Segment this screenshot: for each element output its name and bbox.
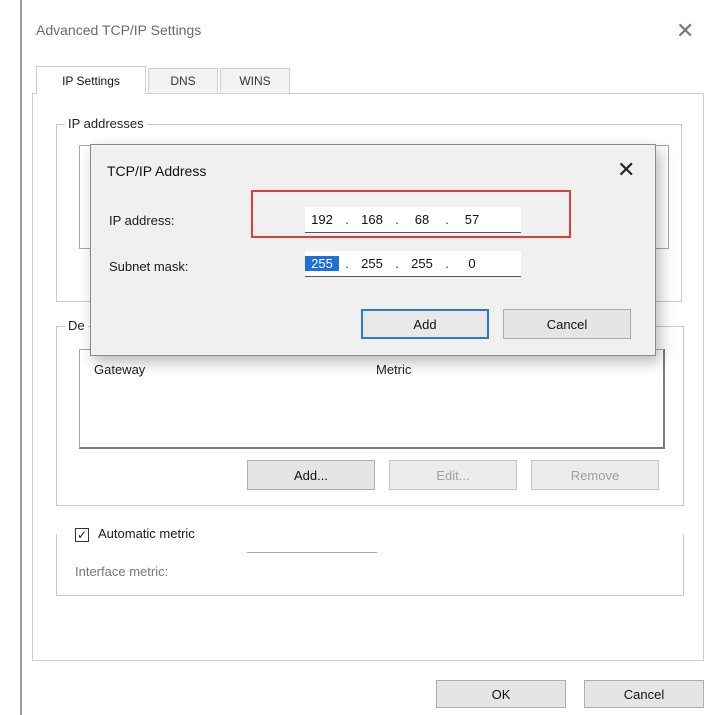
- ip-octet-3[interactable]: 68: [405, 212, 439, 227]
- screenshot-root: Advanced TCP/IP Settings ✕ IP Settings D…: [0, 0, 712, 715]
- ip-address-input[interactable]: 192 . 168 . 68 . 57: [305, 207, 521, 233]
- advanced-tcpip-settings-window: Advanced TCP/IP Settings ✕ IP Settings D…: [20, 0, 712, 715]
- subnet-mask-input[interactable]: 255 . 255 . 255 . 0: [305, 251, 521, 277]
- subnet-mask-label: Subnet mask:: [109, 259, 189, 274]
- subnet-separator: .: [445, 256, 449, 271]
- subnet-separator: .: [345, 256, 349, 271]
- default-gateways-group-label: De: [65, 318, 88, 333]
- close-icon[interactable]: ✕: [676, 20, 694, 42]
- gateway-remove-button[interactable]: Remove: [531, 460, 659, 490]
- subnet-octet-2[interactable]: 255: [355, 256, 389, 271]
- ip-octet-2[interactable]: 168: [355, 212, 389, 227]
- dialog-title: TCP/IP Address: [107, 163, 207, 179]
- tab-ip-settings[interactable]: IP Settings: [36, 66, 146, 94]
- gateway-add-button[interactable]: Add...: [247, 460, 375, 490]
- dialog-close-icon[interactable]: ✕: [617, 159, 635, 181]
- tcpip-address-dialog: TCP/IP Address ✕ IP address: 192 . 168 .…: [90, 144, 656, 356]
- gateway-column-header[interactable]: Gateway: [94, 362, 145, 377]
- interface-metric-label: Interface metric:: [75, 564, 169, 579]
- ip-separator: .: [395, 212, 399, 227]
- tab-dns[interactable]: DNS: [148, 68, 218, 94]
- tab-wins[interactable]: WINS: [220, 68, 290, 94]
- gateway-edit-button[interactable]: Edit...: [389, 460, 517, 490]
- metric-group: ✓ Automatic metric Interface metric:: [56, 526, 684, 596]
- metric-column-header[interactable]: Metric: [376, 362, 411, 377]
- interface-metric-input[interactable]: [247, 552, 377, 553]
- checkmark-icon[interactable]: ✓: [75, 528, 89, 542]
- subnet-octet-3[interactable]: 255: [405, 256, 439, 271]
- dialog-add-button[interactable]: Add: [361, 309, 489, 339]
- subnet-octet-4[interactable]: 0: [455, 256, 489, 271]
- subnet-separator: .: [395, 256, 399, 271]
- ip-separator: .: [445, 212, 449, 227]
- ok-button[interactable]: OK: [436, 680, 566, 708]
- window-title: Advanced TCP/IP Settings: [36, 22, 202, 38]
- ip-address-label: IP address:: [109, 213, 175, 228]
- automatic-metric-label[interactable]: Automatic metric: [95, 526, 198, 541]
- footer-cancel-button[interactable]: Cancel: [584, 680, 704, 708]
- dialog-cancel-button[interactable]: Cancel: [503, 309, 631, 339]
- ip-addresses-group-label: IP addresses: [65, 116, 147, 131]
- ip-octet-1[interactable]: 192: [305, 212, 339, 227]
- ip-separator: .: [345, 212, 349, 227]
- subnet-octet-1[interactable]: 255: [305, 256, 339, 271]
- ip-octet-4[interactable]: 57: [455, 212, 489, 227]
- gateways-list[interactable]: Gateway Metric: [79, 349, 665, 449]
